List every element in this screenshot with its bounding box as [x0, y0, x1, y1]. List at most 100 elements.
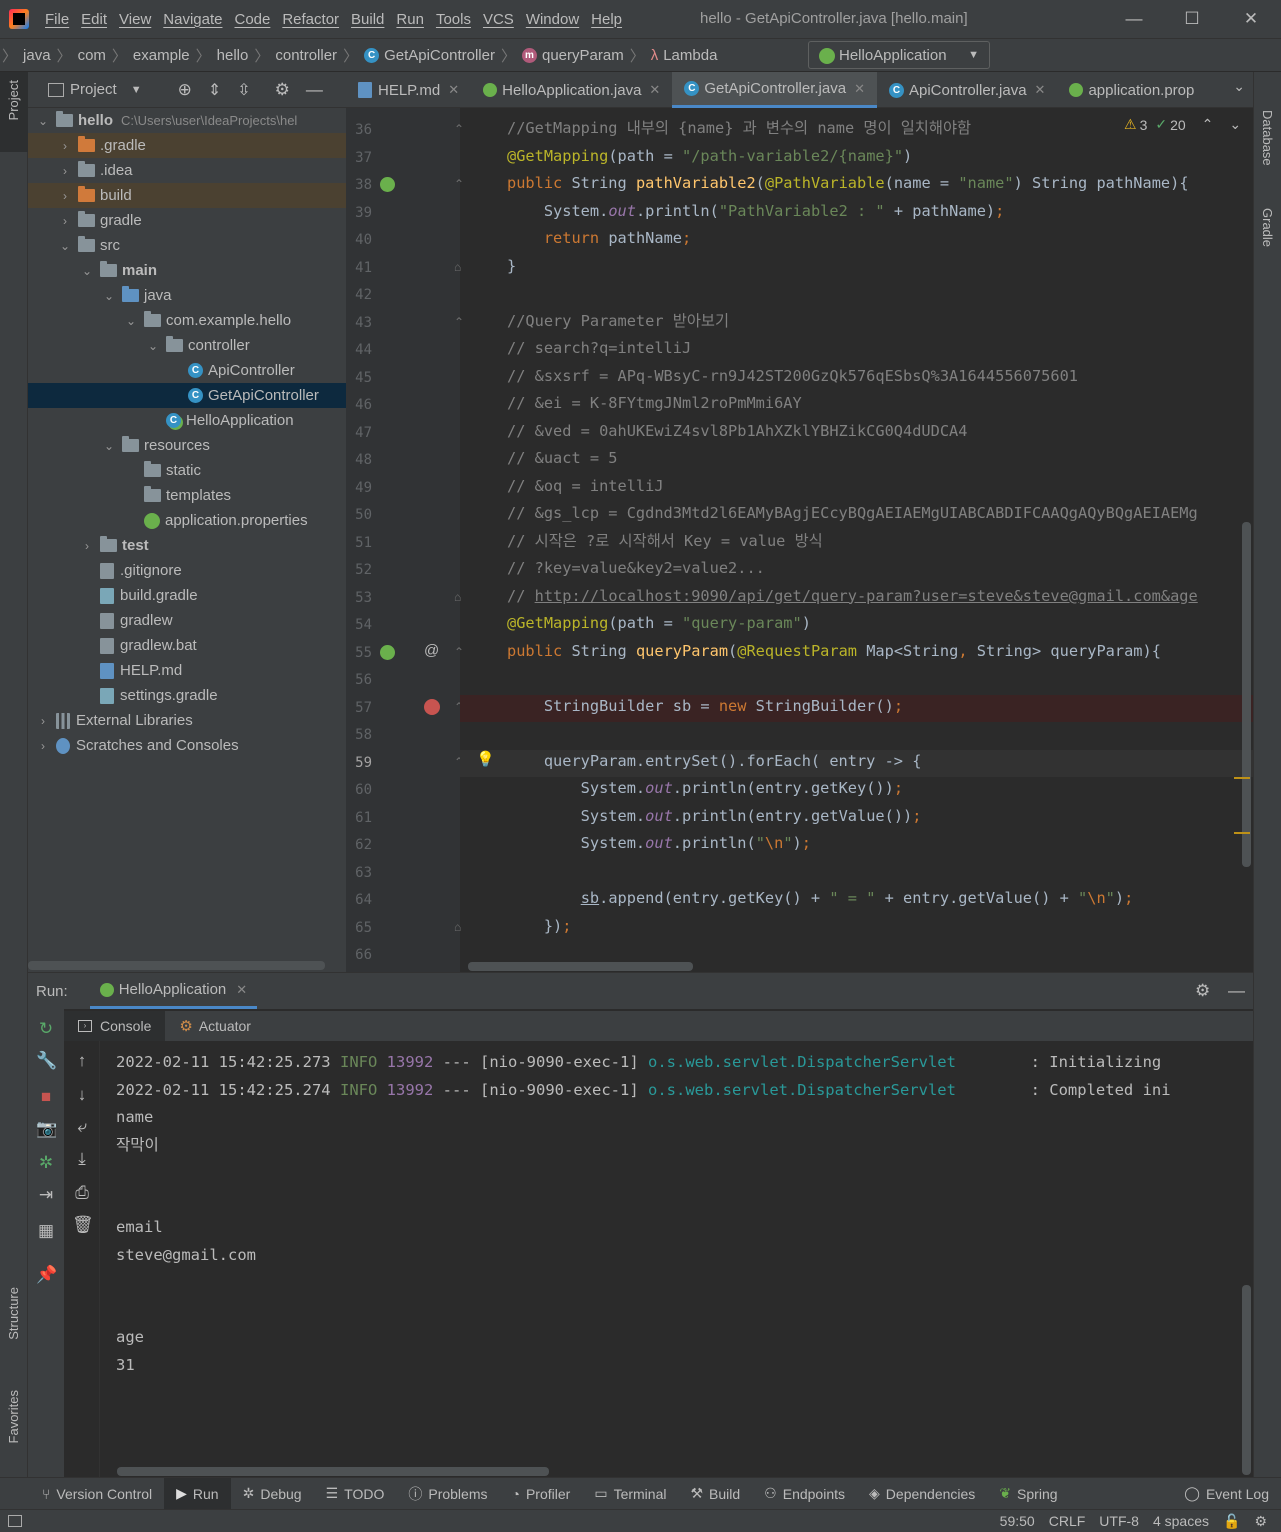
minimize-icon[interactable]: — [1119, 6, 1149, 32]
tree-item[interactable]: C ApiController [28, 358, 346, 383]
tree-item[interactable]: ⌄ java [28, 283, 346, 308]
tool-window-build[interactable]: ⚒ Build [678, 1485, 752, 1502]
tree-item[interactable]: C GetApiController [28, 383, 346, 408]
tree-item[interactable]: › build [28, 183, 346, 208]
code-line[interactable]: //Query Parameter 받아보기 [507, 308, 729, 335]
tree-item[interactable]: › Scratches and Consoles [28, 733, 346, 758]
tool-window-event-log[interactable]: ◯ Event Log [1172, 1485, 1281, 1502]
tree-item[interactable]: ⌄ com.example.hello [28, 308, 346, 333]
close-tab-icon[interactable]: ✕ [1035, 82, 1046, 98]
tree-item[interactable]: › External Libraries [28, 708, 346, 733]
tree-item[interactable]: ⌄ controller [28, 333, 346, 358]
chevron-right-icon[interactable]: › [58, 139, 72, 153]
tree-item[interactable]: › .idea [28, 158, 346, 183]
tree-item[interactable]: settings.gradle [28, 683, 346, 708]
menu-view[interactable]: View [113, 11, 157, 28]
intention-bulb-icon[interactable]: 💡 [476, 750, 495, 768]
warning-stripe-mark[interactable] [1234, 832, 1250, 834]
spring-endpoint-icon[interactable] [380, 177, 395, 192]
arrow-down-icon[interactable]: ↓ [72, 1085, 92, 1105]
menu-help[interactable]: Help [585, 11, 628, 28]
line-number[interactable]: 54 [346, 617, 372, 633]
project-panel-title[interactable]: Project [70, 81, 117, 98]
rerun-icon[interactable]: ↻ [36, 1019, 56, 1039]
tree-item[interactable]: ⌄ hello C:\Users\user\IdeaProjects\hel [28, 108, 346, 133]
tree-item[interactable]: gradlew [28, 608, 346, 633]
code-line[interactable]: // ?key=value&key2=value2... [507, 555, 765, 582]
chevron-down-icon[interactable]: ⌄ [58, 239, 72, 253]
line-number[interactable]: 43 [346, 315, 372, 331]
chevron-down-icon[interactable]: ⌄ [36, 114, 50, 128]
run-configuration-selector[interactable]: HelloApplication ▼ [808, 41, 990, 69]
tool-window-profiler[interactable]: ◔ Profiler [500, 1486, 583, 1502]
console-horizontal-scrollbar[interactable] [117, 1467, 549, 1476]
expand-all-icon[interactable]: ⇕ [208, 80, 221, 100]
chevron-right-icon[interactable]: › [36, 739, 50, 753]
editor-tab[interactable]: application.prop [1057, 72, 1206, 108]
tree-item[interactable]: › test [28, 533, 346, 558]
gear-icon[interactable]: ⚙ [1195, 981, 1210, 1001]
scroll-to-end-icon[interactable]: ⤓ [72, 1149, 92, 1169]
code-line[interactable]: System.out.println("\n"); [507, 830, 811, 857]
editor-tab[interactable]: C ApiController.java ✕ [877, 72, 1057, 108]
tab-list-chevron-icon[interactable]: ⌄ [1233, 78, 1245, 95]
tool-window-run[interactable]: ▶ Run [164, 1477, 231, 1510]
line-number[interactable]: 36 [346, 122, 372, 138]
fold-marker-icon[interactable]: ⌂ [454, 590, 461, 604]
tree-item[interactable]: ⌄ main [28, 258, 346, 283]
line-number[interactable]: 62 [346, 837, 372, 853]
login-icon[interactable]: ⇥ [36, 1185, 56, 1205]
line-number[interactable]: 66 [346, 947, 372, 963]
fold-marker-icon[interactable]: ⌂ [454, 920, 461, 934]
code-line[interactable]: // search?q=intelliJ [507, 335, 691, 362]
tree-item[interactable]: › .gradle [28, 133, 346, 158]
layout-icon[interactable]: ▦ [36, 1221, 56, 1241]
code-line[interactable]: // 시작은 ?로 시작해서 Key = value 방식 [507, 528, 823, 555]
chevron-right-icon[interactable]: › [58, 189, 72, 203]
fold-marker-icon[interactable]: ⌃ [454, 645, 464, 659]
code-line[interactable]: //GetMapping 내부의 {name} 과 변수의 name 명이 일치… [507, 115, 971, 142]
menu-file[interactable]: File [39, 11, 75, 28]
editor-tab[interactable]: C GetApiController.java ✕ [672, 72, 877, 108]
code-line[interactable]: public String pathVariable2(@PathVariabl… [507, 170, 1189, 197]
favorites-stripe-label[interactable]: Favorites [6, 1390, 21, 1443]
tool-window-todo[interactable]: ☰ TODO [314, 1485, 397, 1502]
trash-icon[interactable]: 🗑 [72, 1215, 94, 1235]
tool-window-endpoints[interactable]: ⚇ Endpoints [752, 1485, 857, 1502]
fold-marker-icon[interactable]: ⌃ [454, 122, 464, 136]
line-number[interactable]: 39 [346, 205, 372, 221]
chevron-down-icon[interactable]: ⌄ [124, 314, 138, 328]
tool-window-problems[interactable]: ⓘ Problems [396, 1484, 499, 1504]
code-line[interactable]: public String queryParam(@RequestParam M… [507, 638, 1161, 665]
line-number[interactable]: 40 [346, 232, 372, 248]
console-vertical-scrollbar[interactable] [1242, 1285, 1251, 1475]
line-number[interactable]: 50 [346, 507, 372, 523]
tree-item[interactable]: › gradle [28, 208, 346, 233]
breadcrumb-item[interactable]: C GetApiController [360, 47, 499, 64]
spring-endpoint-icon[interactable] [380, 644, 395, 660]
lock-icon[interactable]: 🔓 [1223, 1513, 1240, 1530]
chevron-right-icon[interactable]: › [36, 714, 50, 728]
breadcrumb-item[interactable]: λ Lambda [647, 47, 722, 64]
line-number[interactable]: 56 [346, 672, 372, 688]
notifications-icon[interactable]: ⚙ [1254, 1513, 1267, 1530]
tool-window-spring[interactable]: ❦ Spring [987, 1485, 1069, 1502]
tree-item[interactable]: templates [28, 483, 346, 508]
close-icon[interactable]: ✕ [1236, 6, 1266, 32]
gear-icon[interactable]: ⚙ [275, 80, 290, 100]
line-number[interactable]: 53 [346, 590, 372, 606]
close-tab-icon[interactable]: ✕ [854, 81, 865, 97]
code-line[interactable]: return pathName; [507, 225, 691, 252]
previous-highlight-icon[interactable]: ⌃ [1202, 116, 1214, 133]
indent-setting[interactable]: 4 spaces [1153, 1513, 1209, 1529]
line-number[interactable]: 46 [346, 397, 372, 413]
menu-navigate[interactable]: Navigate [157, 11, 228, 28]
code-line[interactable]: System.out.println(entry.getKey()); [507, 775, 903, 802]
wrench-icon[interactable]: 🔧 [36, 1051, 57, 1071]
breadcrumb-item[interactable]: hello [213, 47, 253, 64]
editor-tab[interactable]: HelloApplication.java ✕ [471, 72, 672, 108]
menu-refactor[interactable]: Refactor [276, 11, 345, 28]
fold-marker-icon[interactable]: ⌃ [454, 177, 464, 191]
line-number[interactable]: 48 [346, 452, 372, 468]
code-line[interactable]: @GetMapping(path = "/path-variable2/{nam… [507, 143, 912, 170]
